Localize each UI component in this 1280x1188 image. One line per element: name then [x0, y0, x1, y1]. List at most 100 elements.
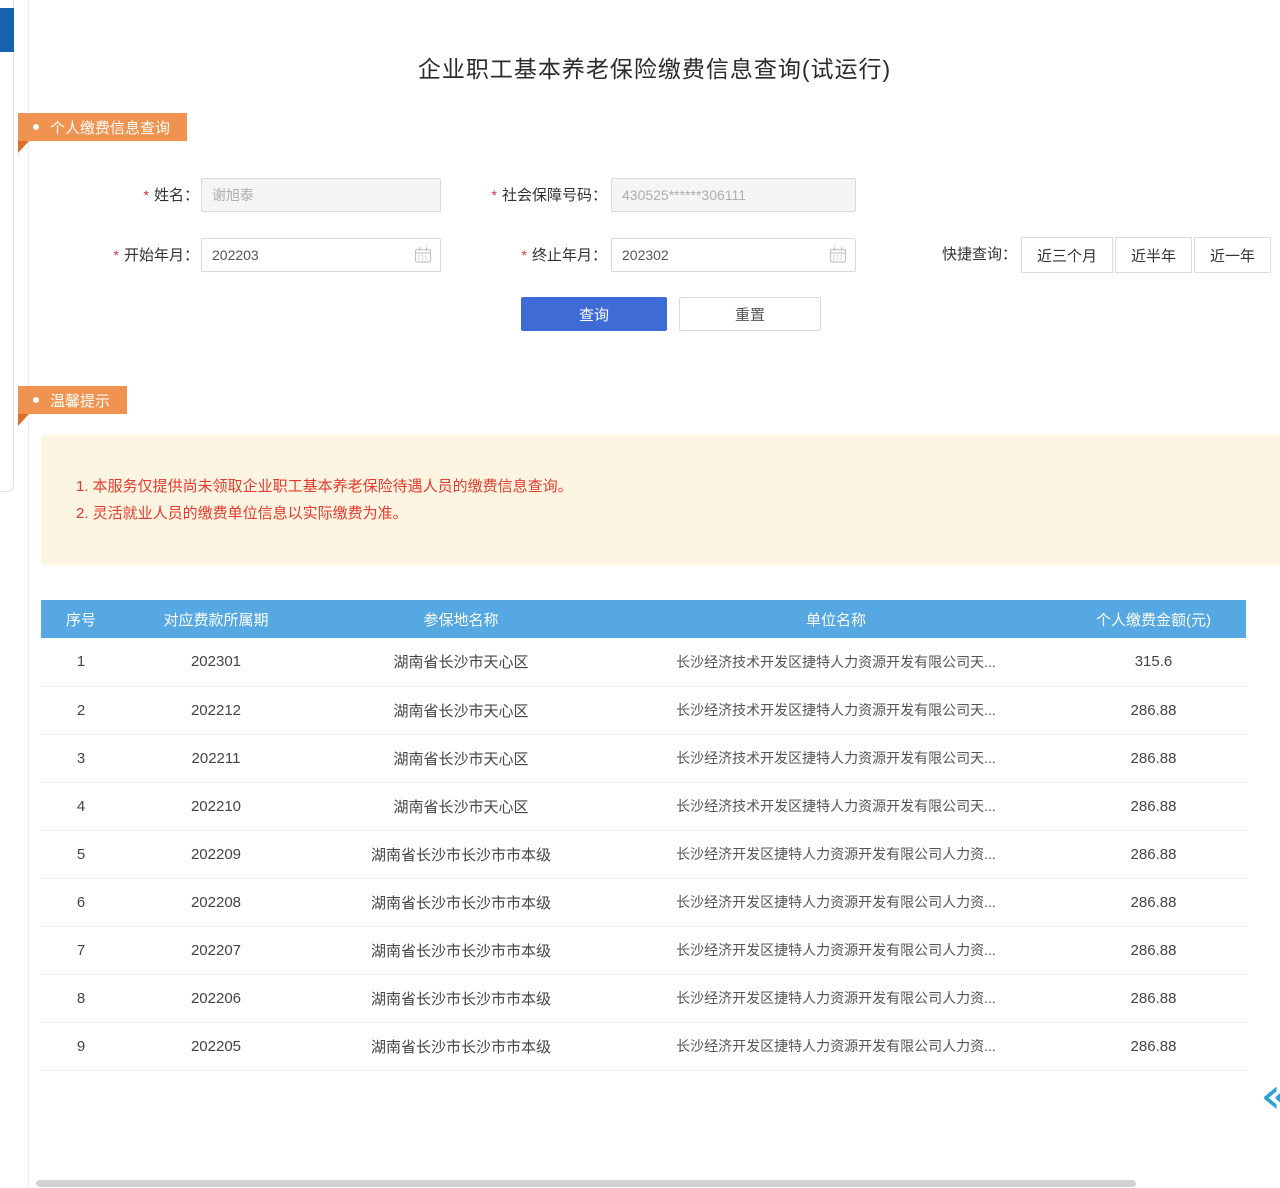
- table-cell: 湖南省长沙市天心区: [311, 686, 611, 734]
- required-asterisk: *: [492, 187, 497, 203]
- section-badge-tips: 温馨提示: [18, 386, 127, 414]
- table-cell: 286.88: [1061, 830, 1246, 878]
- header-amount: 个人缴费金额(元): [1061, 600, 1246, 638]
- quick-query-group: 近三个月 近半年 近一年: [1021, 237, 1271, 273]
- notice-box: 1. 本服务仅提供尚未领取企业职工基本养老保险待遇人员的缴费信息查询。 2. 灵…: [41, 435, 1280, 565]
- table-cell: 202207: [121, 926, 311, 974]
- table-cell: 8: [41, 974, 121, 1022]
- table-cell: 湖南省长沙市天心区: [311, 734, 611, 782]
- table-row: 3202211湖南省长沙市天心区长沙经济技术开发区捷特人力资源开发有限公司天..…: [41, 734, 1246, 782]
- header-index: 序号: [41, 600, 121, 638]
- quick-query-label: 快捷查询：: [927, 237, 1017, 273]
- table-cell: 202206: [121, 974, 311, 1022]
- query-button[interactable]: 查询: [521, 297, 667, 331]
- end-month-input[interactable]: [612, 239, 829, 271]
- section-badge-label: 个人缴费信息查询: [50, 117, 170, 138]
- table-cell: 长沙经济开发区捷特人力资源开发有限公司人力资...: [611, 926, 1061, 974]
- required-asterisk: *: [144, 187, 149, 203]
- table-row: 7202207湖南省长沙市长沙市市本级长沙经济开发区捷特人力资源开发有限公司人力…: [41, 926, 1246, 974]
- ribbon-fold: [18, 414, 29, 426]
- table-row: 4202210湖南省长沙市天心区长沙经济技术开发区捷特人力资源开发有限公司天..…: [41, 782, 1246, 830]
- table-cell: 286.88: [1061, 686, 1246, 734]
- bullet-icon: [33, 124, 39, 130]
- required-asterisk: *: [522, 247, 527, 263]
- notice-line-1: 1. 本服务仅提供尚未领取企业职工基本养老保险待遇人员的缴费信息查询。: [76, 473, 1280, 500]
- table-cell: 202301: [121, 638, 311, 686]
- table-cell: 长沙经济开发区捷特人力资源开发有限公司人力资...: [611, 830, 1061, 878]
- quick-query-last-year-button[interactable]: 近一年: [1194, 237, 1271, 273]
- table-cell: 湖南省长沙市长沙市市本级: [311, 1022, 611, 1070]
- table-cell: 3: [41, 734, 121, 782]
- section-badge-label: 温馨提示: [50, 390, 110, 411]
- header-company: 单位名称: [611, 600, 1061, 638]
- calendar-icon[interactable]: [829, 246, 847, 264]
- start-month-input[interactable]: [202, 239, 414, 271]
- table-cell: 湖南省长沙市长沙市市本级: [311, 926, 611, 974]
- table-cell: 202211: [121, 734, 311, 782]
- table-cell: 长沙经济开发区捷特人力资源开发有限公司人力资...: [611, 1022, 1061, 1070]
- table-cell: 长沙经济技术开发区捷特人力资源开发有限公司天...: [611, 686, 1061, 734]
- table-row: 2202212湖南省长沙市天心区长沙经济技术开发区捷特人力资源开发有限公司天..…: [41, 686, 1246, 734]
- table-row: 9202205湖南省长沙市长沙市市本级长沙经济开发区捷特人力资源开发有限公司人力…: [41, 1022, 1246, 1070]
- start-month-field: [201, 238, 441, 272]
- table-cell: 202209: [121, 830, 311, 878]
- table-cell: 6: [41, 878, 121, 926]
- table-cell: 湖南省长沙市长沙市市本级: [311, 830, 611, 878]
- payment-results-table: 序号 对应费款所属期 参保地名称 单位名称 个人缴费金额(元) 1202301湖…: [41, 600, 1246, 1071]
- name-field-label: *姓名：: [69, 177, 199, 213]
- ssn-input[interactable]: [611, 178, 856, 212]
- table-cell: 5: [41, 830, 121, 878]
- start-month-field-label: *开始年月：: [69, 237, 199, 273]
- table-cell: 9: [41, 1022, 121, 1070]
- header-period: 对应费款所属期: [121, 600, 311, 638]
- table-cell: 2: [41, 686, 121, 734]
- table-row: 5202209湖南省长沙市长沙市市本级长沙经济开发区捷特人力资源开发有限公司人力…: [41, 830, 1246, 878]
- table-cell: 202208: [121, 878, 311, 926]
- table-cell: 1: [41, 638, 121, 686]
- quick-query-last-3-months-button[interactable]: 近三个月: [1021, 237, 1113, 273]
- table-cell: 长沙经济开发区捷特人力资源开发有限公司人力资...: [611, 878, 1061, 926]
- end-month-field-label: *终止年月：: [429, 237, 607, 273]
- table-cell: 286.88: [1061, 974, 1246, 1022]
- quick-query-last-half-year-button[interactable]: 近半年: [1115, 237, 1192, 273]
- end-month-field: [611, 238, 856, 272]
- table-cell: 315.6: [1061, 638, 1246, 686]
- sidebar-toggle-tab[interactable]: [0, 8, 14, 52]
- table-header: 序号 对应费款所属期 参保地名称 单位名称 个人缴费金额(元): [41, 600, 1246, 638]
- bullet-icon: [33, 397, 39, 403]
- header-place: 参保地名称: [311, 600, 611, 638]
- table-row: 6202208湖南省长沙市长沙市市本级长沙经济开发区捷特人力资源开发有限公司人力…: [41, 878, 1246, 926]
- table-cell: 长沙经济技术开发区捷特人力资源开发有限公司天...: [611, 638, 1061, 686]
- notice-line-2: 2. 灵活就业人员的缴费单位信息以实际缴费为准。: [76, 500, 1280, 527]
- table-cell: 湖南省长沙市长沙市市本级: [311, 974, 611, 1022]
- page-title: 企业职工基本养老保险缴费信息查询(试运行): [29, 50, 1280, 84]
- table-cell: 202212: [121, 686, 311, 734]
- horizontal-scrollbar[interactable]: [36, 1180, 1136, 1187]
- ribbon-fold: [18, 141, 29, 153]
- table-cell: 7: [41, 926, 121, 974]
- table-cell: 286.88: [1061, 782, 1246, 830]
- table-cell: 长沙经济开发区捷特人力资源开发有限公司人力资...: [611, 974, 1061, 1022]
- ssn-field-label: *社会保障号码：: [429, 177, 607, 213]
- table-cell: 286.88: [1061, 926, 1246, 974]
- table-cell: 286.88: [1061, 734, 1246, 782]
- table-row: 1202301湖南省长沙市天心区长沙经济技术开发区捷特人力资源开发有限公司天..…: [41, 638, 1246, 686]
- table-cell: 286.88: [1061, 1022, 1246, 1070]
- table-cell: 202205: [121, 1022, 311, 1070]
- table-cell: 长沙经济技术开发区捷特人力资源开发有限公司天...: [611, 734, 1061, 782]
- table-cell: 湖南省长沙市天心区: [311, 638, 611, 686]
- main-panel: 企业职工基本养老保险缴费信息查询(试运行) 个人缴费信息查询 *姓名： *社会保…: [28, 0, 1280, 1188]
- collapsed-sidebar-rail: [0, 0, 14, 492]
- table-row: 8202206湖南省长沙市长沙市市本级长沙经济开发区捷特人力资源开发有限公司人力…: [41, 974, 1246, 1022]
- table-cell: 286.88: [1061, 878, 1246, 926]
- section-badge-personal-query: 个人缴费信息查询: [18, 113, 187, 141]
- required-asterisk: *: [114, 247, 119, 263]
- table-cell: 4: [41, 782, 121, 830]
- name-input[interactable]: [201, 178, 441, 212]
- reset-button[interactable]: 重置: [679, 297, 821, 331]
- collapse-panel-icon[interactable]: «: [1260, 1074, 1280, 1118]
- table-cell: 202210: [121, 782, 311, 830]
- table-cell: 湖南省长沙市天心区: [311, 782, 611, 830]
- table-cell: 湖南省长沙市长沙市市本级: [311, 878, 611, 926]
- table-body: 1202301湖南省长沙市天心区长沙经济技术开发区捷特人力资源开发有限公司天..…: [41, 638, 1246, 1070]
